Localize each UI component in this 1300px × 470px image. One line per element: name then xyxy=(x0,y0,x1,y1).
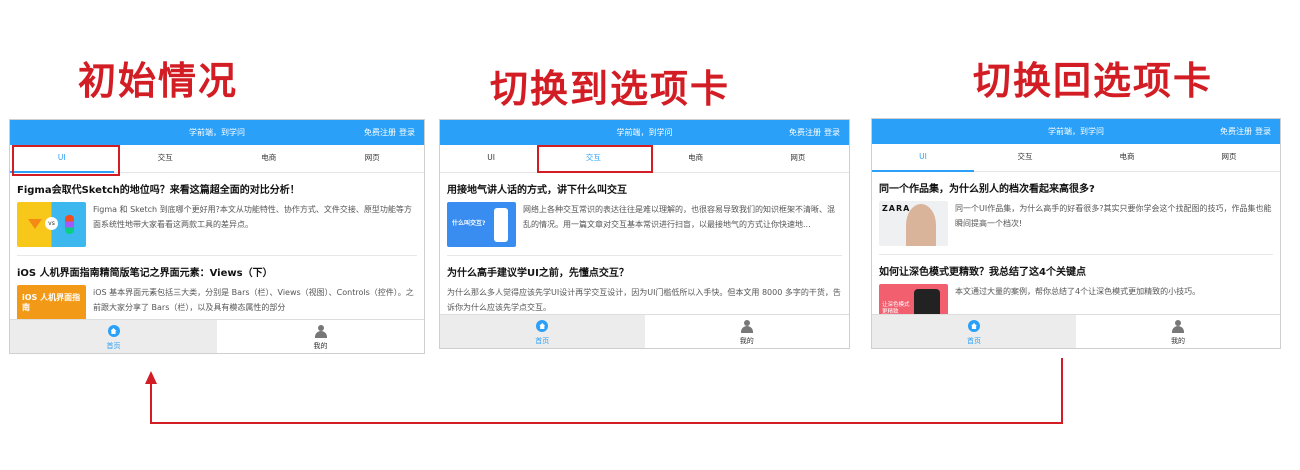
arrow-line xyxy=(150,358,1063,424)
return-arrow xyxy=(145,358,1063,424)
arrow-head-icon xyxy=(145,371,157,384)
